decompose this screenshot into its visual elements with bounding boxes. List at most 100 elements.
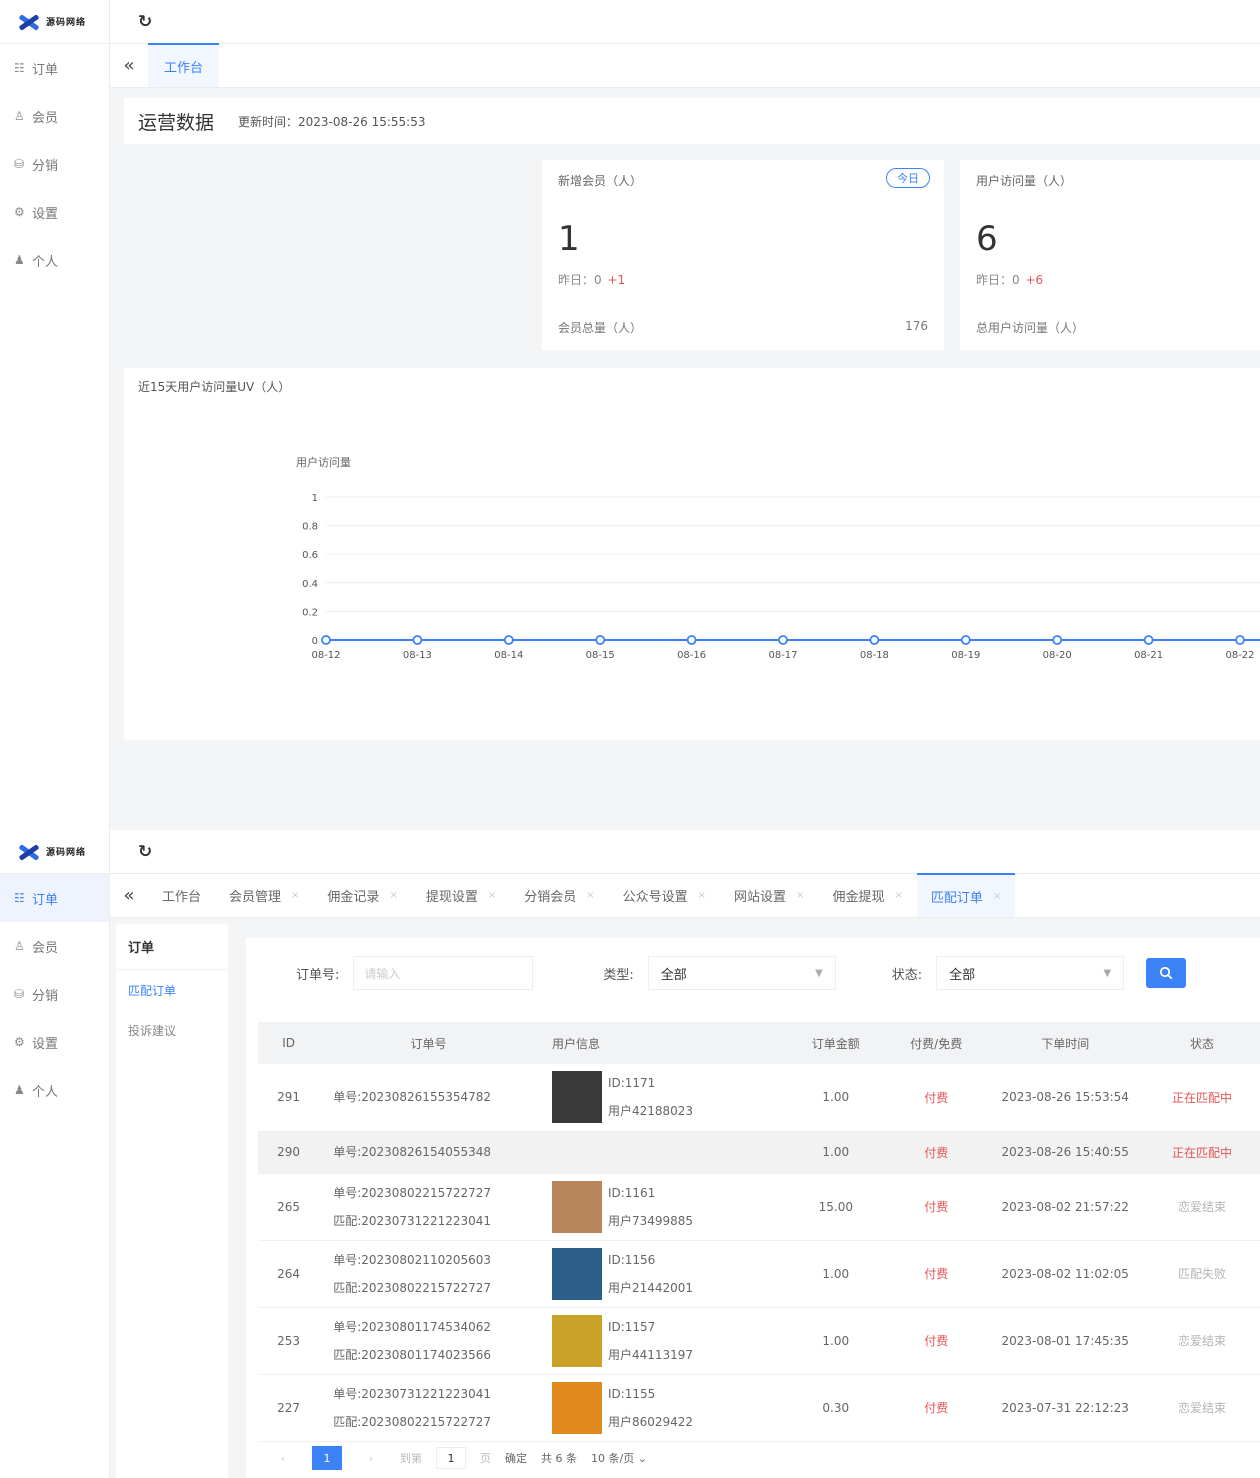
subnav-item[interactable]: 匹配订单 <box>116 970 228 1010</box>
x-tick-label: 08-17 <box>768 650 797 661</box>
user-id: ID:1171 <box>607 1076 656 1091</box>
collapse-sidebar-icon[interactable]: « <box>110 43 148 87</box>
subnav-item[interactable]: 投诉建议 <box>116 1010 228 1050</box>
goto-confirm-button[interactable]: 确定 <box>505 1450 527 1466</box>
x-tick-label: 08-15 <box>586 650 615 661</box>
user-text: ID:1161 用户73499885 <box>608 1179 693 1235</box>
sidebar: 源码网络 ☷ 订单 ♙ 会员 ⛁ 分销 ⚙ 设置 ♟ 个人 <box>0 0 110 830</box>
tab[interactable]: 工作台 <box>148 873 215 917</box>
x-tick-label: 08-18 <box>860 650 889 661</box>
tab[interactable]: 佣金提现 × <box>818 873 916 917</box>
sidebar: 源码网络 ☷ 订单 ♙ 会员 ⛁ 分销 ⚙ 设置 ♟ 个人 <box>0 830 110 1478</box>
user-id: ID:1155 <box>607 1386 656 1401</box>
column-header: 用户信息 <box>537 1022 786 1064</box>
table-row[interactable]: 290 单号:20230826154055348 1.00 付费 2023-08-26 … <box>258 1131 1260 1174</box>
close-tab-icon[interactable]: × <box>586 890 594 901</box>
sidebar-item[interactable]: ⛁ 分销 <box>0 140 109 188</box>
tab-workbench[interactable]: 工作台 <box>148 43 220 87</box>
uv-data-point <box>503 635 514 645</box>
close-tab-icon[interactable]: × <box>291 890 299 901</box>
uv-data-point <box>686 635 697 645</box>
user-info: ID:1171 用户42188023 <box>538 1069 786 1125</box>
sidebar-item[interactable]: ☷ 订单 <box>0 44 109 92</box>
refresh-icon[interactable]: ↻ <box>138 842 152 862</box>
tab[interactable]: 会员管理 × <box>215 873 313 917</box>
order-id-cell: 291 <box>258 1064 320 1132</box>
search-button[interactable] <box>1146 958 1187 988</box>
sidebar-item[interactable]: ♙ 会员 <box>0 92 109 140</box>
tab[interactable]: 公众号设置 × <box>609 873 720 917</box>
close-tab-icon[interactable]: × <box>488 890 496 901</box>
uv-data-point <box>1235 635 1245 645</box>
order-number: 单号:20230826155354782 <box>333 1090 492 1105</box>
pay-type-cell: 付费 <box>886 1240 987 1308</box>
refresh-icon[interactable]: ↻ <box>138 12 152 32</box>
sidebar-item[interactable]: ♟ 个人 <box>0 1066 109 1114</box>
goto-page-input[interactable]: 1 <box>436 1447 466 1469</box>
sidebar-item[interactable]: ⚙ 设置 <box>0 188 109 236</box>
tab[interactable]: 提现设置 × <box>412 873 510 917</box>
collapse-sidebar-icon[interactable]: « <box>110 873 148 917</box>
table-row[interactable]: 264 单号:20230802110205603 匹配:20230802215722… <box>258 1240 1260 1308</box>
user-info-cell: ID:1161 用户73499885 <box>537 1173 786 1241</box>
today-badge[interactable]: 今日 <box>886 168 930 188</box>
card-footer: 总用户访问量（人） <box>976 319 1244 336</box>
uv-line-chart: 用户访问量 0 0.2 0.4 0.6 0.8 1 08-12 08-13 08-14 08-15 0… <box>296 455 1260 661</box>
uv-data-point <box>1143 635 1154 645</box>
tab[interactable]: 匹配订单 × <box>916 873 1016 917</box>
page-size-select[interactable]: 10 条/页 ⌄ <box>591 1450 647 1466</box>
table-row[interactable]: 253 单号:20230801174534062 匹配:20230801174023… <box>258 1307 1260 1375</box>
tab[interactable]: 佣金记录 × <box>313 873 411 917</box>
status-select[interactable]: 全部 ▼ <box>936 956 1125 990</box>
amount-cell: 1.00 <box>785 1064 887 1132</box>
topbar: ↻ <box>110 830 1260 874</box>
order-no-input[interactable]: 请输入 <box>353 956 534 990</box>
total-value: 176 <box>905 319 928 333</box>
sidebar-item[interactable]: ☷ 订单 <box>0 874 109 922</box>
type-select[interactable]: 全部 ▼ <box>647 956 836 990</box>
topbar: ↻ <box>110 0 1260 44</box>
page-unit: 页 <box>480 1452 491 1465</box>
order-number-cell: 单号:20230802215722727 匹配:20230731221223041 <box>319 1173 538 1241</box>
prev-page-icon[interactable]: ‹ <box>268 1446 298 1470</box>
gear-icon: ⚙ <box>14 1035 25 1049</box>
tab[interactable]: 分销会员 × <box>510 873 608 917</box>
table-row[interactable]: 265 单号:20230802215722727 匹配:20230731221223… <box>258 1173 1260 1241</box>
list-icon: ☷ <box>14 61 25 75</box>
close-tab-icon[interactable]: × <box>796 890 804 901</box>
sidebar-item[interactable]: ⚙ 设置 <box>0 1018 109 1066</box>
table-row[interactable]: 227 单号:20230731221223041 匹配:20230802215722… <box>258 1374 1260 1442</box>
tab[interactable]: 网站设置 × <box>720 873 818 917</box>
sidebar-item[interactable]: ♙ 会员 <box>0 922 109 970</box>
sidebar-item-label: 分销 <box>32 988 59 1004</box>
total-count: 共 6 条 <box>541 1452 577 1465</box>
sidebar-item-label: 设置 <box>32 1036 59 1052</box>
user-info: ID:1161 用户73499885 <box>538 1179 786 1235</box>
sidebar-item[interactable]: ⛁ 分销 <box>0 970 109 1018</box>
tab-label: 工作台 <box>164 60 204 76</box>
orders-screen: 源码网络 ☷ 订单 ♙ 会员 ⛁ 分销 ⚙ 设置 ♟ 个人 ↻ « 工作台 会员管理 × 佣金记录 × 提现… <box>0 830 1260 1478</box>
column-header: 下单时间 <box>986 1022 1145 1064</box>
y-axis-label: 用户访问量 <box>296 455 351 469</box>
column-header: 订单金额 <box>785 1022 887 1064</box>
close-tab-icon[interactable]: × <box>698 890 706 901</box>
status-cell: 正在匹配中 <box>1144 1064 1260 1132</box>
close-tab-icon[interactable]: × <box>993 891 1001 902</box>
sidebar-item[interactable]: ♟ 个人 <box>0 236 109 284</box>
pay-type-cell: 付费 <box>886 1307 987 1375</box>
user-name: 用户44113197 <box>607 1347 694 1362</box>
update-time: 更新时间：2023-08-26 15:55:53 <box>238 114 426 129</box>
current-page[interactable]: 1 <box>312 1446 342 1470</box>
table-row[interactable]: 291 单号:20230826155354782 ID:1171 用户42188023… <box>258 1064 1260 1132</box>
order-time-cell: 2023-08-02 11:02:05 <box>986 1240 1145 1308</box>
user-id: ID:1161 <box>607 1185 656 1200</box>
user-id: ID:1157 <box>607 1319 656 1334</box>
matched-order-number: 匹配:20230802215722727 <box>333 1414 492 1429</box>
chevron-down-icon: ▼ <box>815 967 823 979</box>
next-page-icon[interactable]: › <box>356 1446 386 1470</box>
close-tab-icon[interactable]: × <box>894 890 902 901</box>
column-header: 状态 <box>1144 1022 1260 1064</box>
close-tab-icon[interactable]: × <box>389 890 397 901</box>
person-icon: ♟ <box>14 1083 25 1097</box>
database-icon: ⛁ <box>14 157 25 171</box>
